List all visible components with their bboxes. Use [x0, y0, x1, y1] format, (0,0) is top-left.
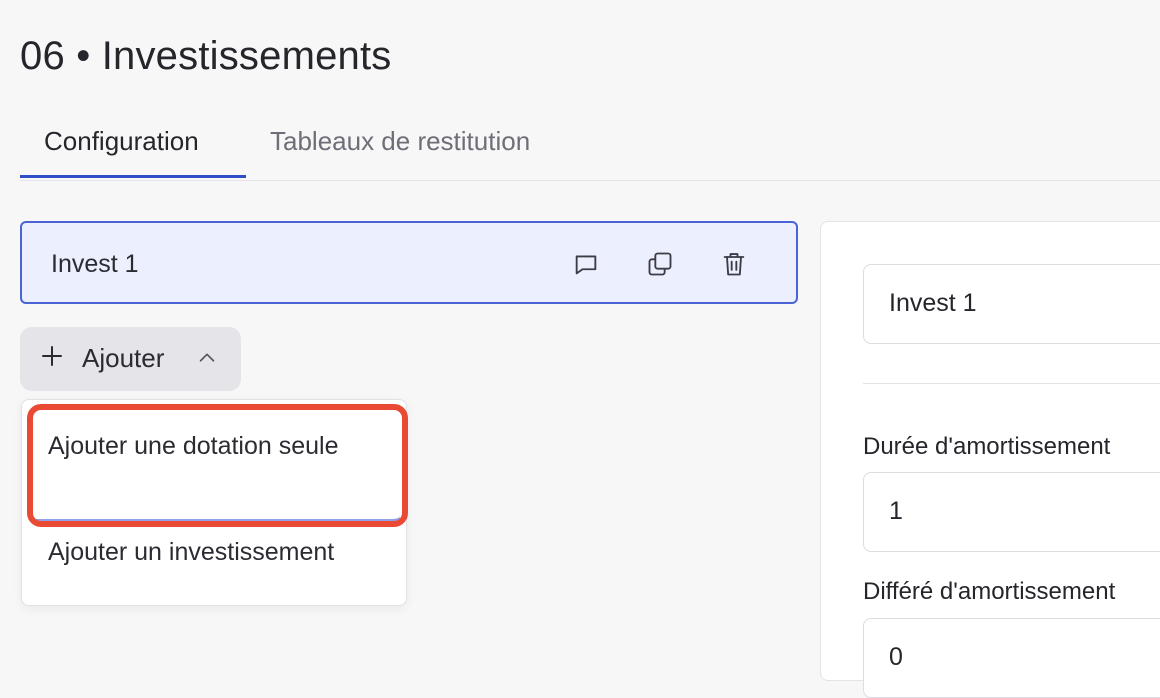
- menu-item-label: Ajouter une dotation seule: [48, 432, 339, 460]
- divider: [863, 383, 1160, 384]
- differe-amortissement-value: 0: [889, 643, 903, 671]
- duplicate-icon[interactable]: [645, 249, 675, 279]
- differe-amortissement-field[interactable]: 0: [863, 618, 1160, 698]
- field-label-duree: Durée d'amortissement: [863, 433, 1111, 460]
- investment-card[interactable]: Invest 1: [20, 221, 798, 304]
- page-title: 06 • Investissements: [20, 34, 392, 78]
- comment-icon[interactable]: [571, 249, 601, 279]
- add-button[interactable]: Ajouter: [20, 327, 241, 391]
- chevron-up-icon: [199, 353, 215, 362]
- investment-name: Invest 1: [51, 250, 139, 278]
- add-button-label: Ajouter: [82, 343, 165, 373]
- investment-name-field[interactable]: Invest 1: [863, 264, 1160, 344]
- trash-icon[interactable]: [719, 249, 749, 279]
- menu-item-label: Ajouter un investissement: [48, 538, 335, 566]
- duree-amortissement-field[interactable]: 1: [863, 472, 1160, 552]
- add-dropdown-menu: Ajouter une dotation seule Ajouter un in…: [21, 399, 407, 606]
- tab-bar: Configuration Tableaux de restitution: [20, 118, 1160, 181]
- tab-tableaux-de-restitution[interactable]: Tableaux de restitution: [270, 126, 530, 157]
- menu-item-add-dotation[interactable]: Ajouter une dotation seule: [28, 406, 400, 524]
- field-label-differe: Différé d'amortissement: [863, 578, 1116, 605]
- duree-amortissement-value: 1: [889, 497, 903, 525]
- plus-icon: [42, 346, 62, 366]
- active-tab-indicator: [20, 175, 246, 178]
- investment-name-value: Invest 1: [889, 289, 977, 317]
- tab-configuration[interactable]: Configuration: [44, 126, 199, 157]
- investment-detail-panel: Invest 1 Durée d'amortissement 1 Différé…: [820, 221, 1160, 698]
- menu-item-add-investment[interactable]: Ajouter un investissement: [28, 532, 400, 588]
